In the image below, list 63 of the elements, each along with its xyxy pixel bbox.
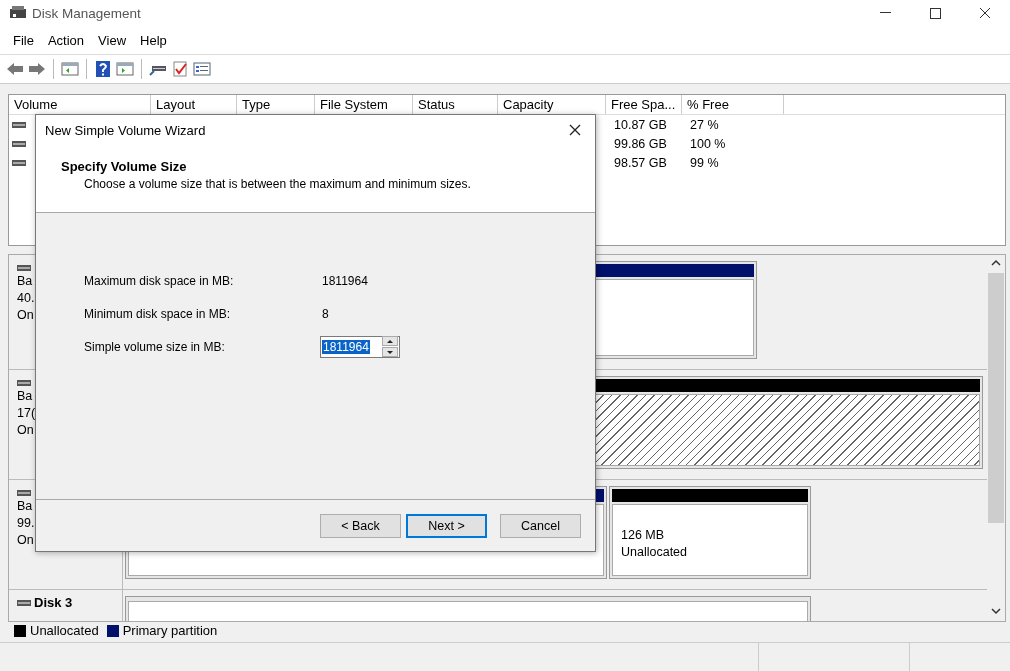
field-label: Maximum disk space in MB: xyxy=(84,273,235,288)
spin-up-icon[interactable] xyxy=(382,336,398,346)
column-header[interactable]: Free Spa... xyxy=(606,95,682,114)
disk-info: Ba xyxy=(17,498,33,515)
partition-info: Unallocated xyxy=(621,544,688,561)
close-icon[interactable] xyxy=(569,124,581,136)
scroll-down-icon[interactable] xyxy=(991,607,1001,615)
close-icon[interactable] xyxy=(979,7,991,19)
field-label: Simple volume size in MB: xyxy=(84,339,226,354)
help-icon[interactable] xyxy=(94,61,112,77)
field-value: 1811964 xyxy=(322,273,368,288)
disk-info: 99. xyxy=(17,515,35,532)
spin-down-icon[interactable] xyxy=(382,347,398,357)
disk-info: On xyxy=(17,307,34,324)
disk-icon xyxy=(17,380,31,386)
wizard-button[interactable]: < Back xyxy=(320,514,401,538)
field-value: 8 xyxy=(322,306,329,321)
disk-info: Ba xyxy=(17,388,33,405)
volume-icon xyxy=(12,140,26,147)
back-arrow-icon[interactable] xyxy=(6,61,24,77)
column-header[interactable]: % Free xyxy=(682,95,784,114)
volume-icon xyxy=(12,121,26,128)
menu-item[interactable]: File xyxy=(6,32,41,48)
menu-item[interactable]: Help xyxy=(133,32,174,48)
table-cell: 99.86 GB xyxy=(614,136,667,151)
table-cell: 98.57 GB xyxy=(614,155,667,170)
legend-label: Primary partition xyxy=(122,623,218,638)
table-cell: 99 % xyxy=(690,155,719,170)
partition[interactable] xyxy=(125,596,811,621)
menu-item[interactable]: Action xyxy=(40,32,92,48)
dialog-title: New Simple Volume Wizard xyxy=(45,122,206,138)
disk-label: Disk 3 xyxy=(34,594,73,611)
forward-arrow-icon[interactable] xyxy=(28,61,46,77)
scrollbar-thumb[interactable] xyxy=(988,273,1004,523)
disk-info: Ba xyxy=(17,273,33,290)
table-cell: 27 % xyxy=(690,117,719,132)
window-title: Disk Management xyxy=(32,5,141,21)
table-cell: 100 % xyxy=(690,136,726,151)
wizard-button[interactable]: Next > xyxy=(406,514,487,538)
disk-icon xyxy=(17,265,31,271)
volume-icon xyxy=(12,159,26,166)
disk-info: On xyxy=(17,422,34,439)
wizard-heading: Specify Volume Size xyxy=(61,159,187,174)
partition[interactable]: 126 MB Unallocated xyxy=(609,486,811,579)
wizard-subtitle: Choose a volume size that is between the maximum and minimum sizes. xyxy=(84,177,471,191)
field-label: Minimum disk space in MB: xyxy=(84,306,232,321)
disk-icon xyxy=(17,599,31,606)
checked-document-icon[interactable] xyxy=(171,61,189,77)
disk-info: 40. xyxy=(17,290,35,307)
table-cell: 10.87 GB xyxy=(614,117,667,132)
wizard-button[interactable]: Cancel xyxy=(500,514,581,538)
menu-item[interactable]: View xyxy=(91,32,134,48)
app-icon xyxy=(10,6,26,20)
disk-icon xyxy=(17,490,31,496)
size-spin-field[interactable]: 1811964 xyxy=(320,335,400,358)
legend-label: Unallocated xyxy=(30,623,99,638)
properties-list-icon[interactable] xyxy=(193,61,211,77)
disk-info: 17( xyxy=(17,405,36,422)
maximize-icon[interactable] xyxy=(929,7,941,19)
partition-info: 126 MB xyxy=(621,527,666,544)
disk-info: On xyxy=(17,532,34,549)
minimize-icon[interactable] xyxy=(879,12,891,14)
scroll-up-icon[interactable] xyxy=(991,259,1001,267)
